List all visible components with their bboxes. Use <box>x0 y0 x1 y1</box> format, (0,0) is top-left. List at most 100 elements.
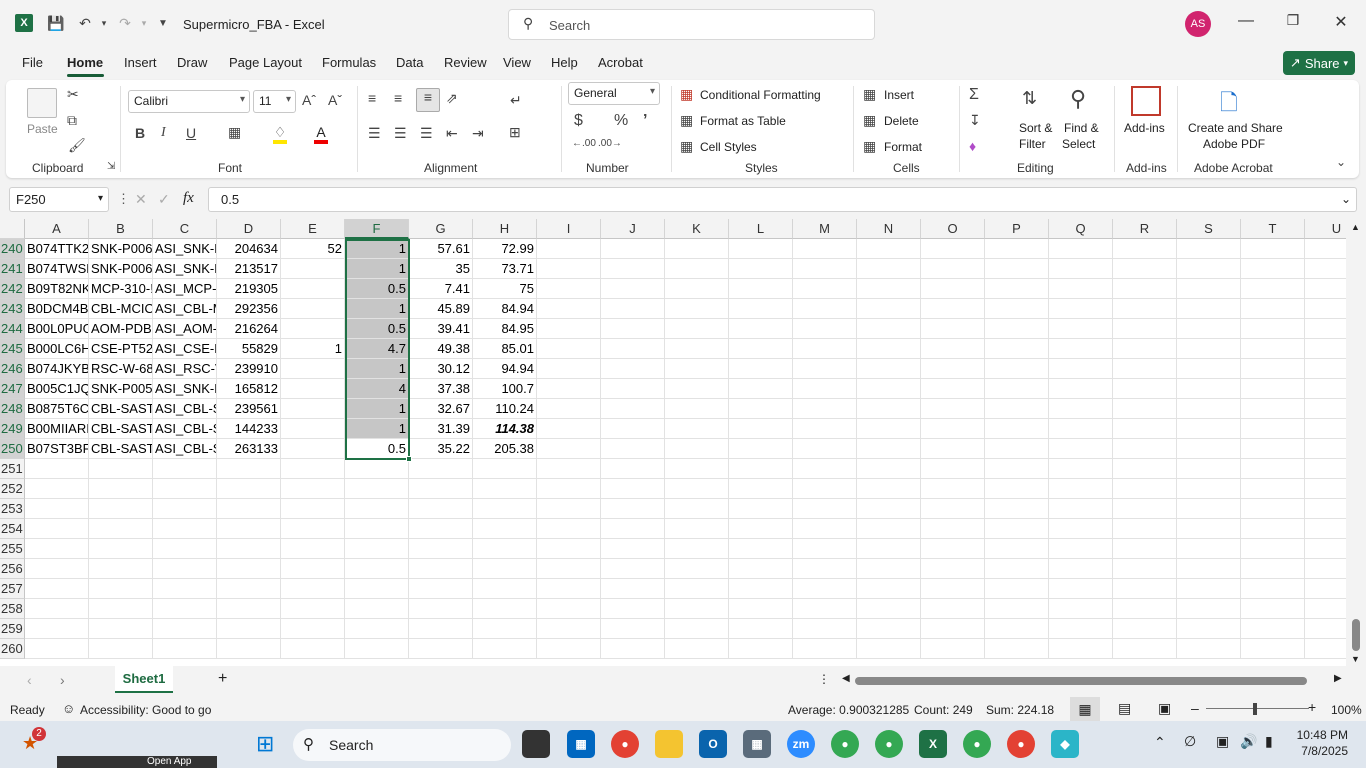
row-header[interactable]: 255 <box>0 539 25 559</box>
cell-k245[interactable] <box>665 339 729 359</box>
cell-q244[interactable] <box>1049 319 1113 339</box>
cell-p250[interactable] <box>985 439 1049 459</box>
cell-p241[interactable] <box>985 259 1049 279</box>
cell-o240[interactable] <box>921 239 985 259</box>
cell-l252[interactable] <box>729 479 793 499</box>
cell-d260[interactable] <box>217 639 281 659</box>
cell-f250[interactable]: 0.5 <box>345 439 409 459</box>
cell-m244[interactable] <box>793 319 857 339</box>
cell-m249[interactable] <box>793 419 857 439</box>
cell-e254[interactable] <box>281 519 345 539</box>
cell-p248[interactable] <box>985 399 1049 419</box>
cell-q249[interactable] <box>1049 419 1113 439</box>
cell-s251[interactable] <box>1177 459 1241 479</box>
cell-g243[interactable]: 45.89 <box>409 299 473 319</box>
cell-h249[interactable]: 114.38 <box>473 419 537 439</box>
column-header-m[interactable]: M <box>793 219 857 239</box>
undo-dropdown-icon[interactable]: ▾ <box>95 14 113 32</box>
cell-e241[interactable] <box>281 259 345 279</box>
paste-icon[interactable] <box>27 88 57 118</box>
cell-s259[interactable] <box>1177 619 1241 639</box>
cell-k259[interactable] <box>665 619 729 639</box>
scroll-down-icon[interactable]: ▼ <box>1351 654 1360 664</box>
row-header[interactable]: 243 <box>0 299 25 319</box>
cell-j252[interactable] <box>601 479 665 499</box>
cell-c247[interactable]: ASI_SNK-F <box>153 379 217 399</box>
cell-i242[interactable] <box>537 279 601 299</box>
cell-g255[interactable] <box>409 539 473 559</box>
cell-l244[interactable] <box>729 319 793 339</box>
cell-i254[interactable] <box>537 519 601 539</box>
cell-q256[interactable] <box>1049 559 1113 579</box>
cell-k255[interactable] <box>665 539 729 559</box>
cell-b248[interactable]: CBL-SAST- <box>89 399 153 419</box>
cell-d249[interactable]: 144233 <box>217 419 281 439</box>
cell-l245[interactable] <box>729 339 793 359</box>
cell-c253[interactable] <box>153 499 217 519</box>
cell-p254[interactable] <box>985 519 1049 539</box>
cell-a240[interactable]: B074TTK2I <box>25 239 89 259</box>
cell-h255[interactable] <box>473 539 537 559</box>
cell-b259[interactable] <box>89 619 153 639</box>
cell-s247[interactable] <box>1177 379 1241 399</box>
cell-c250[interactable]: ASI_CBL-S <box>153 439 217 459</box>
cancel-entry-icon[interactable]: ✕ <box>135 191 147 208</box>
cell-c255[interactable] <box>153 539 217 559</box>
cell-m254[interactable] <box>793 519 857 539</box>
align-right-icon[interactable]: ☰ <box>420 125 433 142</box>
cell-i252[interactable] <box>537 479 601 499</box>
cell-a248[interactable]: B0875T6C <box>25 399 89 419</box>
cell-k246[interactable] <box>665 359 729 379</box>
cell-i256[interactable] <box>537 559 601 579</box>
cell-h241[interactable]: 73.71 <box>473 259 537 279</box>
cell-e257[interactable] <box>281 579 345 599</box>
cell-b253[interactable] <box>89 499 153 519</box>
cell-o249[interactable] <box>921 419 985 439</box>
cell-b251[interactable] <box>89 459 153 479</box>
network-icon[interactable]: ∅ <box>1184 733 1196 750</box>
cell-i243[interactable] <box>537 299 601 319</box>
cell-g250[interactable]: 35.22 <box>409 439 473 459</box>
cell-l260[interactable] <box>729 639 793 659</box>
sheet-tab-sheet1[interactable]: Sheet1 <box>115 666 173 693</box>
cell-p251[interactable] <box>985 459 1049 479</box>
cell-i249[interactable] <box>537 419 601 439</box>
cell-r249[interactable] <box>1113 419 1177 439</box>
zoom-level[interactable]: 100% <box>1331 703 1362 717</box>
row-header[interactable]: 246 <box>0 359 25 379</box>
cell-b250[interactable]: CBL-SAST- <box>89 439 153 459</box>
cell-c245[interactable]: ASI_CSE-P <box>153 339 217 359</box>
cell-l255[interactable] <box>729 539 793 559</box>
taskbar-search[interactable]: ⚲ Search <box>293 729 511 761</box>
cell-e256[interactable] <box>281 559 345 579</box>
cell-c257[interactable] <box>153 579 217 599</box>
page-break-view-icon[interactable]: ▣ <box>1158 700 1171 717</box>
cell-a247[interactable]: B005C1JQ <box>25 379 89 399</box>
cell-e246[interactable] <box>281 359 345 379</box>
cell-d246[interactable]: 239910 <box>217 359 281 379</box>
cell-q247[interactable] <box>1049 379 1113 399</box>
currency-icon[interactable]: $ <box>574 112 583 130</box>
cell-p249[interactable] <box>985 419 1049 439</box>
scroll-right-icon[interactable]: ▶ <box>1334 673 1342 684</box>
cell-u246[interactable] <box>1305 359 1346 379</box>
cell-r256[interactable] <box>1113 559 1177 579</box>
column-header-i[interactable]: I <box>537 219 601 239</box>
delete-cells-button[interactable]: Delete <box>884 114 919 128</box>
cell-f260[interactable] <box>345 639 409 659</box>
open-app-popup[interactable]: Open App <box>57 756 217 768</box>
cell-j250[interactable] <box>601 439 665 459</box>
cell-m248[interactable] <box>793 399 857 419</box>
cell-f242[interactable]: 0.5 <box>345 279 409 299</box>
cell-s258[interactable] <box>1177 599 1241 619</box>
cell-q242[interactable] <box>1049 279 1113 299</box>
fill-handle[interactable] <box>406 456 412 462</box>
cell-m242[interactable] <box>793 279 857 299</box>
cell-r242[interactable] <box>1113 279 1177 299</box>
cell-m241[interactable] <box>793 259 857 279</box>
redo-icon[interactable]: ↷ <box>116 14 134 32</box>
outlook-app-icon[interactable]: O <box>699 730 727 758</box>
cell-d242[interactable]: 219305 <box>217 279 281 299</box>
cell-q260[interactable] <box>1049 639 1113 659</box>
file-explorer-icon[interactable] <box>655 730 683 758</box>
